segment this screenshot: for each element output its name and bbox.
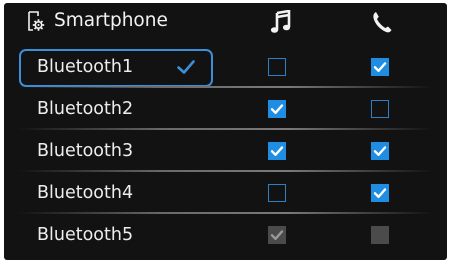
call-checkbox-disabled <box>371 226 389 244</box>
music-checkbox[interactable] <box>268 58 286 76</box>
music-checkbox[interactable] <box>268 184 286 202</box>
check-icon <box>373 62 387 72</box>
list-item[interactable]: Bluetooth4 <box>4 172 447 214</box>
check-icon <box>270 146 284 156</box>
list-item[interactable]: Bluetooth1 <box>4 46 447 88</box>
smartphone-connection-screen: Smartphone Bluetooth1 Bluetooth2 Bluetoo… <box>4 3 447 260</box>
check-icon <box>270 230 284 240</box>
phone-icon <box>373 12 392 33</box>
check-icon <box>373 188 387 198</box>
music-checkbox[interactable] <box>268 142 286 160</box>
call-checkbox[interactable] <box>371 100 389 118</box>
list-item[interactable]: Bluetooth3 <box>4 130 447 172</box>
device-name: Bluetooth5 <box>37 225 134 245</box>
music-checkbox-disabled <box>268 226 286 244</box>
check-icon <box>373 146 387 156</box>
connected-check-icon <box>177 60 195 74</box>
check-icon <box>270 104 284 114</box>
call-checkbox[interactable] <box>371 142 389 160</box>
smartphone-settings-icon <box>28 11 45 31</box>
device-name: Bluetooth2 <box>37 99 134 119</box>
music-checkbox[interactable] <box>268 100 286 118</box>
call-checkbox[interactable] <box>371 184 389 202</box>
device-name: Bluetooth1 <box>37 57 134 77</box>
header: Smartphone <box>4 3 447 39</box>
list-item[interactable]: Bluetooth2 <box>4 88 447 130</box>
page-title: Smartphone <box>54 10 168 31</box>
music-note-icon <box>270 10 291 33</box>
list-item[interactable]: Bluetooth5 <box>4 214 447 256</box>
device-name: Bluetooth3 <box>37 141 134 161</box>
device-name: Bluetooth4 <box>37 183 134 203</box>
call-checkbox[interactable] <box>371 58 389 76</box>
